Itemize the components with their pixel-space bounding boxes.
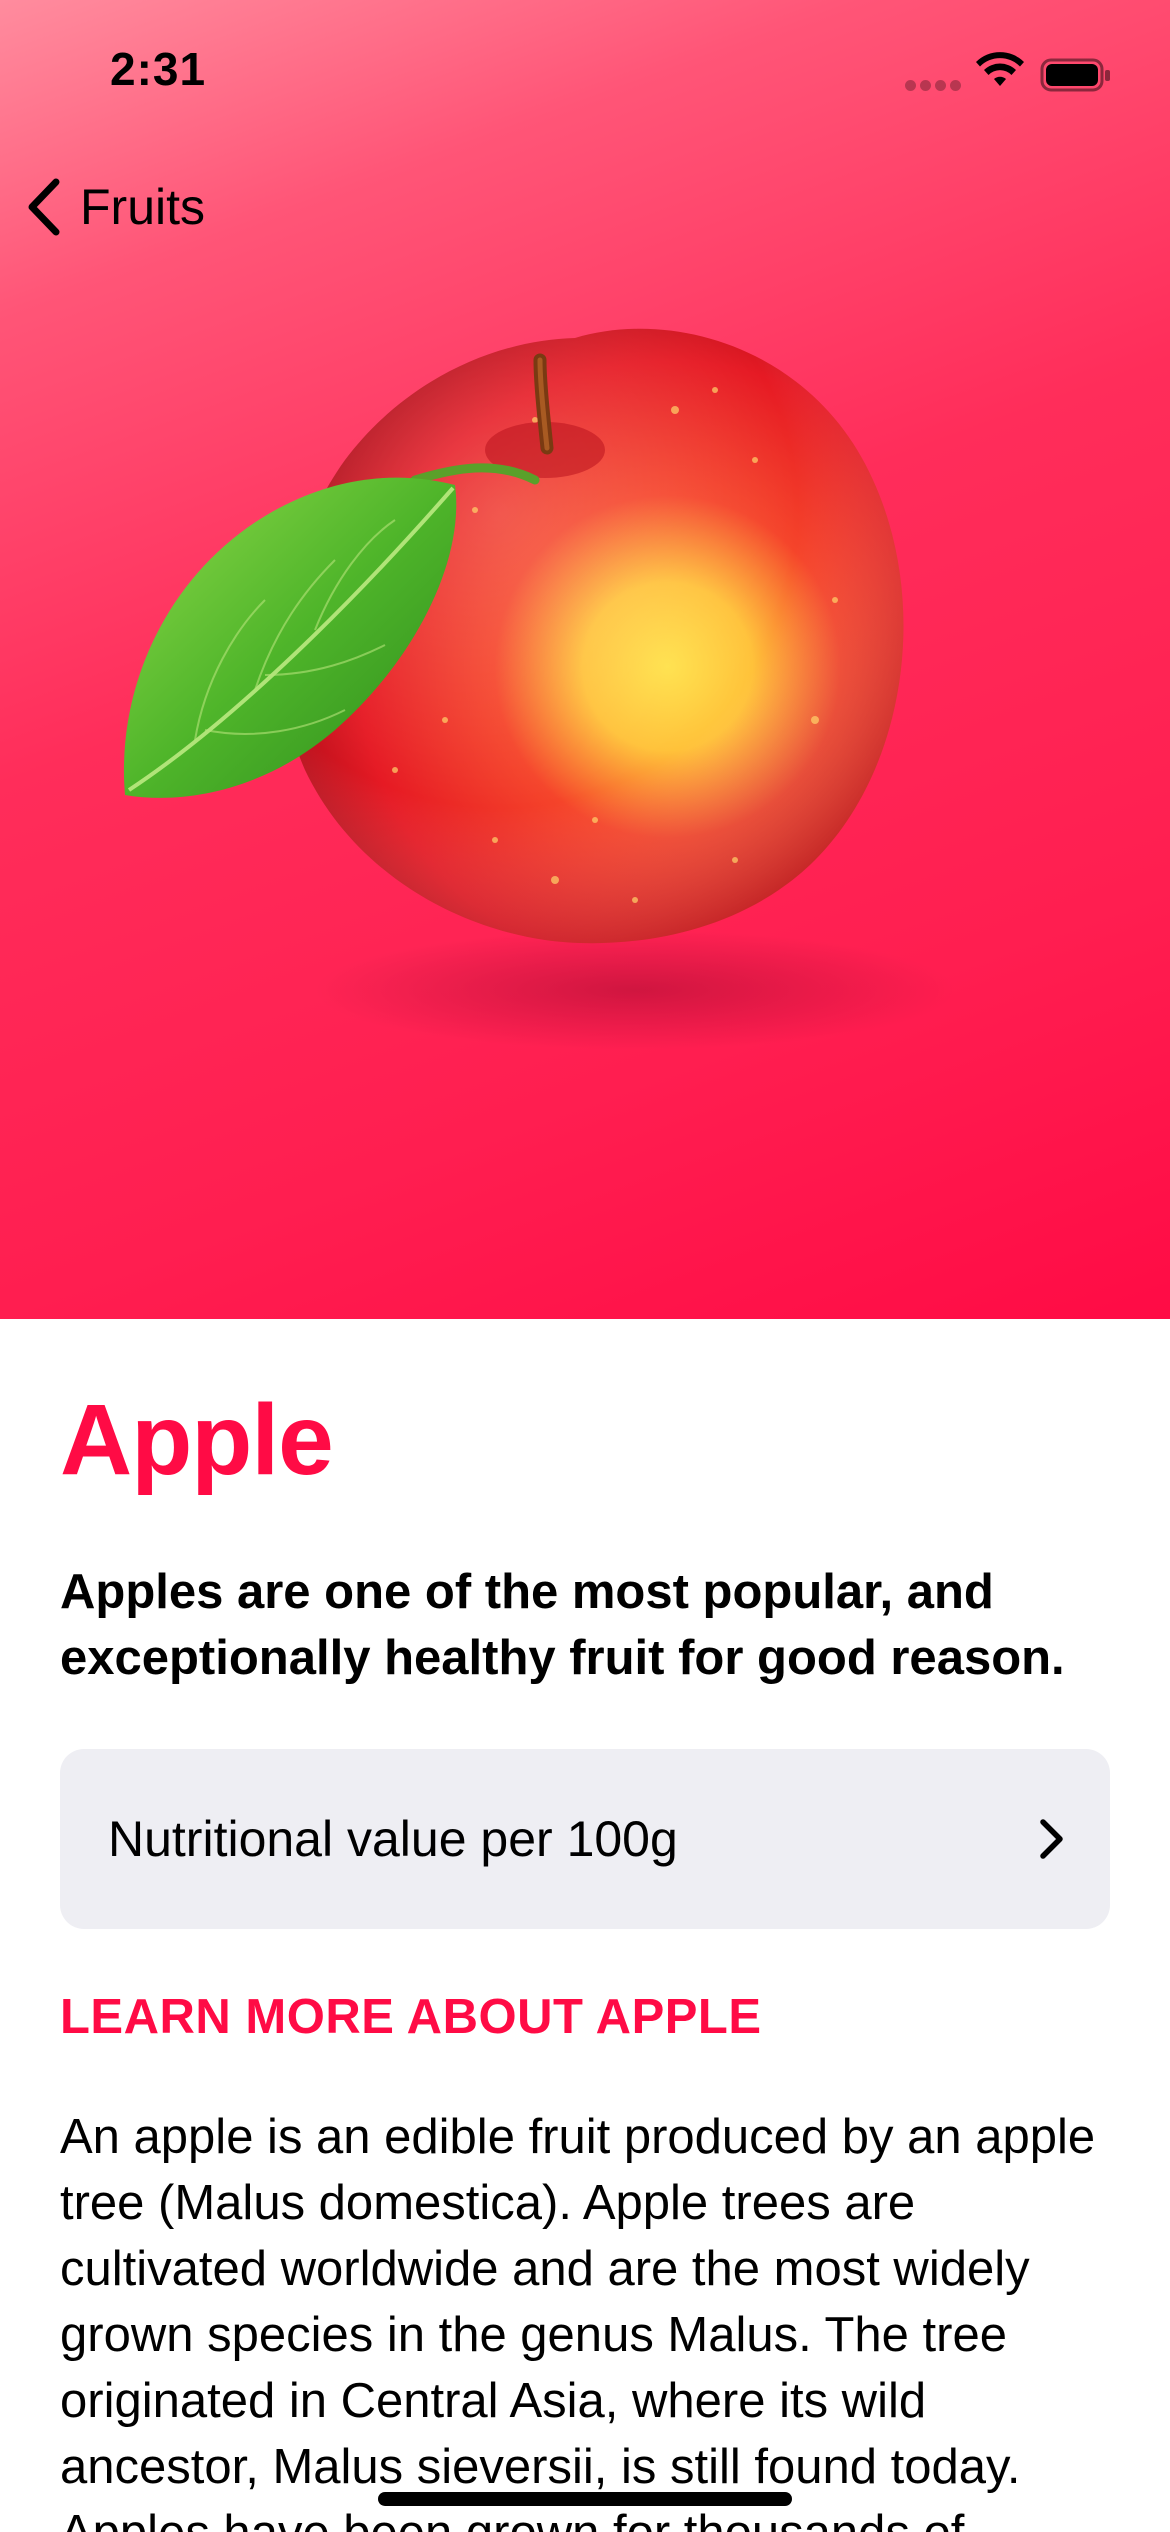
status-time: 2:31: [110, 43, 207, 95]
chevron-right-icon: [1040, 1819, 1063, 1859]
chevron-left-icon: [28, 178, 60, 236]
fruit-description: An apple is an edible fruit produced by …: [60, 2110, 1096, 2532]
fruit-title: Apple: [60, 1384, 334, 1496]
home-indicator[interactable]: [378, 2492, 792, 2506]
apple-illustration: [123, 328, 955, 1050]
fruit-detail-screen: 2:31 Fruits Apple Apples are one of the …: [0, 0, 1170, 2532]
back-button[interactable]: Fruits: [22, 170, 205, 244]
hero-header: 2:31 Fruits: [0, 0, 1170, 1319]
fruit-headline: Apples are one of the most popular, and …: [60, 1565, 1065, 1685]
nutrition-disclosure-row[interactable]: Nutritional value per 100g: [60, 1749, 1110, 1929]
cellular-signal-icon: [905, 80, 961, 92]
nutrition-row-label: Nutritional value per 100g: [108, 1811, 678, 1867]
wifi-icon: [976, 52, 1024, 86]
learn-more-header: LEARN MORE ABOUT APPLE: [60, 1990, 762, 2044]
back-button-label: Fruits: [80, 179, 205, 235]
battery-icon: [1040, 58, 1110, 92]
